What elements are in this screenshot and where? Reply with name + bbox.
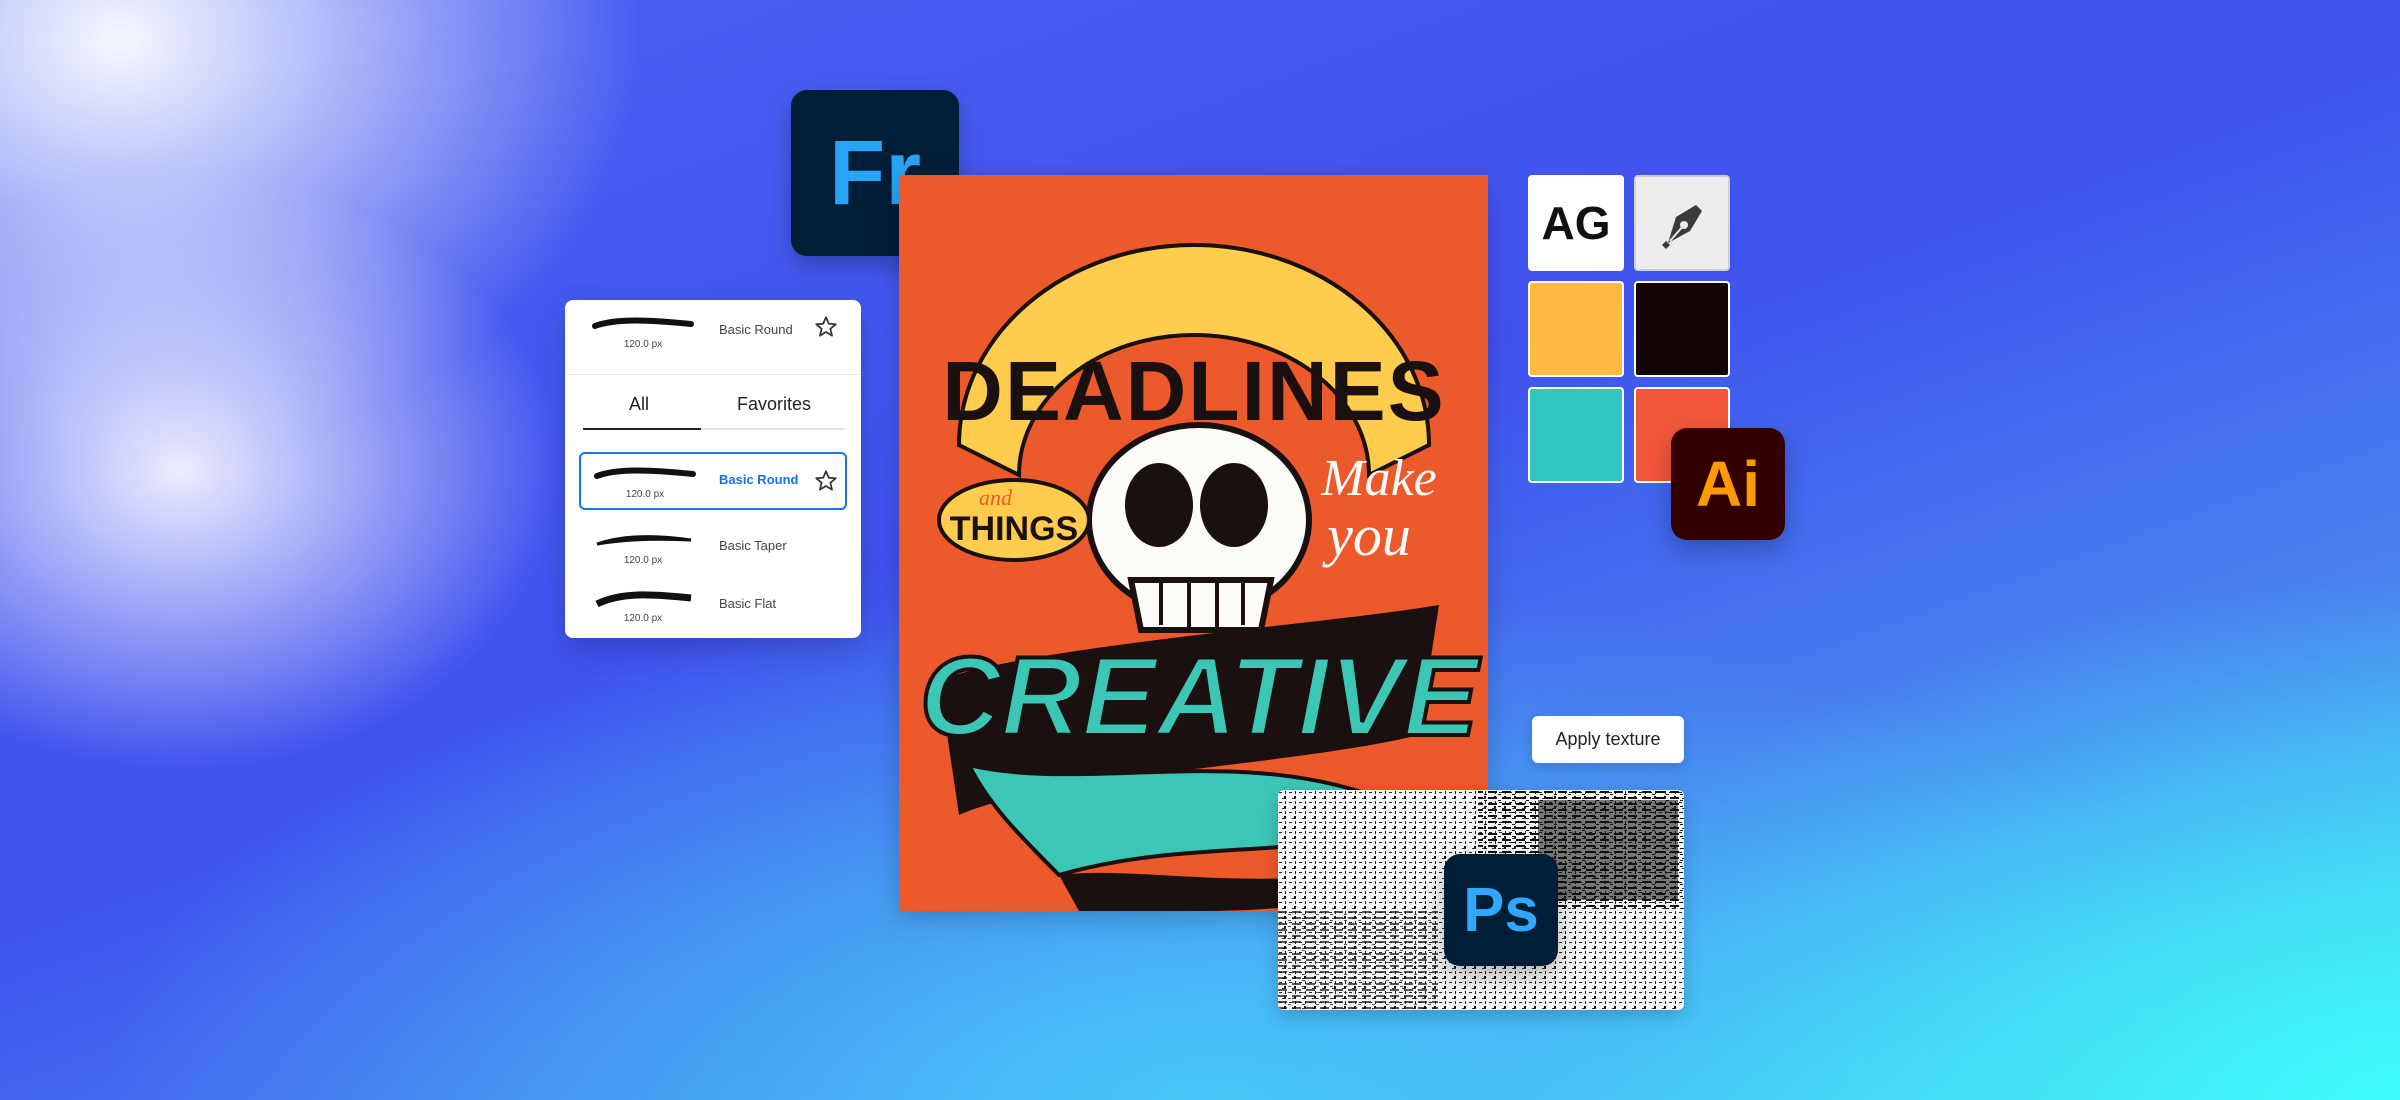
- brush-stroke-preview: [594, 467, 696, 479]
- apply-texture-button[interactable]: Apply texture: [1532, 716, 1684, 763]
- swatch-yellow[interactable]: [1528, 281, 1624, 377]
- font-tile[interactable]: AG: [1528, 175, 1624, 271]
- brush-size: 120.0 px: [625, 489, 665, 500]
- photoshop-label: Ps: [1463, 875, 1539, 945]
- brush-size: 120.0 px: [623, 555, 663, 566]
- illustrator-app-icon[interactable]: Ai: [1671, 428, 1785, 540]
- brush-row-basic-flat[interactable]: 120.0 px Basic Flat: [565, 578, 861, 630]
- brush-row-current[interactable]: 120.0 px Basic Round: [565, 304, 861, 356]
- brush-name: Basic Taper: [719, 538, 787, 553]
- poster-word-make: Make: [1320, 450, 1436, 507]
- illustrator-label: Ai: [1696, 448, 1760, 520]
- font-tile-label: AG: [1541, 197, 1611, 249]
- apply-texture-label: Apply texture: [1555, 729, 1661, 749]
- brush-name: Basic Flat: [719, 596, 777, 611]
- brush-size: 120.0 px: [623, 613, 663, 624]
- brush-stroke-preview: [596, 535, 692, 546]
- poster-word-you: you: [1322, 503, 1411, 568]
- poster-word-creative: CREATIVE: [920, 634, 1481, 759]
- brush-name: Basic Round: [719, 472, 799, 487]
- panel-divider: [565, 374, 861, 375]
- brush-row-basic-taper[interactable]: 120.0 px Basic Taper: [565, 520, 861, 572]
- brush-name: Basic Round: [719, 322, 793, 337]
- tab-favorites[interactable]: Favorites: [737, 394, 811, 415]
- star-icon[interactable]: [813, 468, 839, 494]
- brush-tabs: All Favorites: [583, 386, 845, 430]
- brush-row-basic-round[interactable]: 120.0 px Basic Round: [579, 452, 847, 510]
- swatch-black[interactable]: [1634, 281, 1730, 377]
- star-icon[interactable]: [813, 314, 839, 340]
- brush-size: 120.0 px: [623, 339, 663, 350]
- photoshop-app-icon[interactable]: Ps: [1444, 854, 1558, 966]
- poster-word-and: and: [979, 485, 1013, 510]
- swatch-teal[interactable]: [1528, 387, 1624, 483]
- brush-stroke-preview: [592, 317, 694, 329]
- pen-tool-tile[interactable]: [1634, 175, 1730, 271]
- brush-panel: 120.0 px Basic Round All Favorites 120.0…: [565, 300, 861, 638]
- poster-word-things: THINGS: [950, 510, 1078, 548]
- active-tab-indicator: [583, 428, 701, 430]
- brush-stroke-preview: [595, 591, 692, 608]
- tab-all[interactable]: All: [629, 394, 649, 415]
- pen-tool-icon: [1662, 205, 1702, 249]
